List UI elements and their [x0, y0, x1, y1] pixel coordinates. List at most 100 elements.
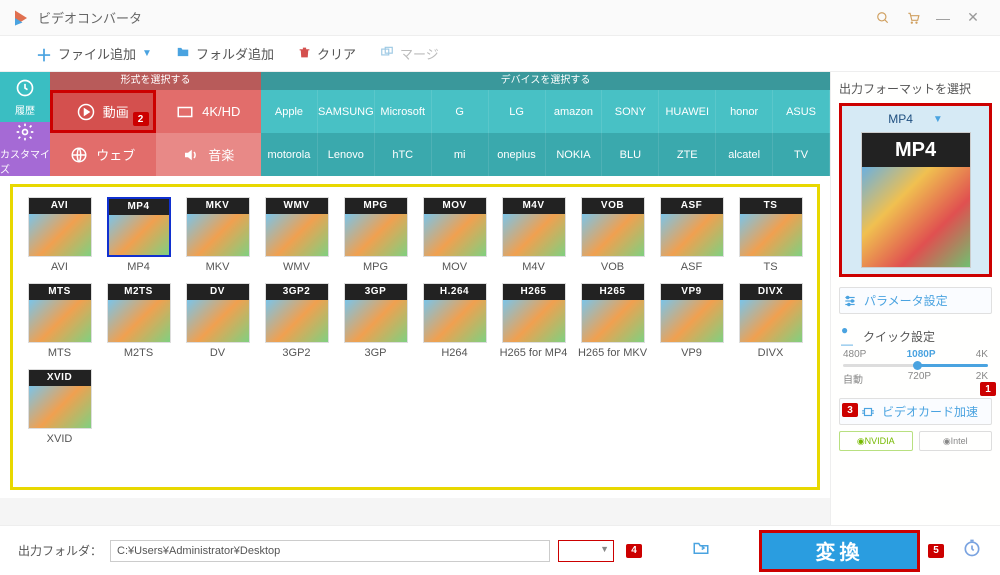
format-item-3gp2[interactable]: 3GP23GP2 — [260, 283, 333, 359]
format-item-mov[interactable]: MOVMOV — [418, 197, 491, 273]
format-label: DIVX — [758, 347, 784, 359]
q-1080p: 1080P — [907, 349, 936, 360]
audio-label: 音楽 — [208, 145, 234, 164]
format-item-wmv[interactable]: WMVWMV — [260, 197, 333, 273]
format-item-divx[interactable]: DIVXDIVX — [734, 283, 807, 359]
format-item-mts[interactable]: MTSMTS — [23, 283, 96, 359]
brand-samsung[interactable]: SAMSUNG — [318, 90, 375, 133]
thumbnail-body — [862, 167, 970, 267]
brand-tv[interactable]: TV — [773, 133, 830, 176]
app-title: ビデオコンバータ — [38, 8, 868, 27]
format-thumb: H265 — [502, 283, 566, 343]
format-badge: H.264 — [424, 284, 486, 300]
merge-button[interactable]: マージ — [380, 44, 439, 63]
brand-htc[interactable]: hTC — [375, 133, 432, 176]
format-item-mpg[interactable]: MPGMPG — [339, 197, 412, 273]
output-path-input[interactable]: C:¥Users¥Administrator¥Desktop — [110, 540, 550, 562]
toolbar: ＋ ファイル追加 ▼ フォルダ追加 クリア マージ — [0, 36, 1000, 72]
convert-button[interactable]: 変換 — [759, 530, 920, 572]
format-label: MOV — [442, 261, 467, 273]
param-settings-button[interactable]: パラメータ設定 — [839, 287, 992, 314]
format-item-vp9[interactable]: VP9VP9 — [655, 283, 728, 359]
format-body — [582, 300, 644, 342]
customize-tab[interactable]: カスタマイズ — [0, 122, 50, 176]
format-badge: H265 — [582, 284, 644, 300]
output-format-preview[interactable]: MP4 ▼ MP4 — [839, 103, 992, 277]
brand-huawei[interactable]: HUAWEI — [659, 90, 716, 133]
format-body — [266, 214, 328, 256]
format-item-m4v[interactable]: M4VM4V — [497, 197, 570, 273]
brand-sony[interactable]: SONY — [602, 90, 659, 133]
brand-lg[interactable]: LG — [489, 90, 546, 133]
brand-blu[interactable]: BLU — [602, 133, 659, 176]
format-label: M4V — [522, 261, 545, 273]
format-body — [187, 300, 249, 342]
brand-alcatel[interactable]: alcatel — [716, 133, 773, 176]
brand-zte[interactable]: ZTE — [659, 133, 716, 176]
video-category[interactable]: 動画 2 — [50, 90, 156, 133]
chevron-down-icon: ▼ — [933, 114, 943, 125]
left-sidebar: 履歴 カスタマイズ — [0, 72, 50, 176]
brand-g[interactable]: G — [432, 90, 489, 133]
format-item-h264[interactable]: H.264 H264 — [418, 283, 491, 359]
clock-icon[interactable] — [962, 538, 982, 563]
format-item-xvid[interactable]: XVIDXVID — [23, 369, 96, 445]
format-item-avi[interactable]: AVIAVI — [23, 197, 96, 273]
device-header: デバイスを選択する — [261, 72, 830, 90]
category-column: 動画 2 4K/HD ウェブ — [50, 90, 261, 176]
q-auto: 自動 — [843, 371, 863, 386]
brand-asus[interactable]: ASUS — [773, 90, 830, 133]
merge-icon — [380, 45, 394, 62]
web-category[interactable]: ウェブ — [50, 133, 156, 176]
brand-amazon[interactable]: amazon — [546, 90, 603, 133]
format-item-vob[interactable]: VOBVOB — [576, 197, 649, 273]
brand-motorola[interactable]: motorola — [261, 133, 318, 176]
format-item-h265-for-mkv[interactable]: H265H265 for MKV — [576, 283, 649, 359]
format-body — [29, 300, 91, 342]
audio-category[interactable]: 音楽 — [156, 133, 262, 176]
brand-nokia[interactable]: NOKIA — [546, 133, 603, 176]
output-format-select[interactable]: MP4 ▼ — [848, 112, 983, 126]
format-item-ts[interactable]: TSTS — [734, 197, 807, 273]
format-thumb: XVID — [28, 369, 92, 429]
path-dropdown[interactable] — [558, 540, 614, 562]
brand-lenovo[interactable]: Lenovo — [318, 133, 375, 176]
brand-honor[interactable]: honor — [716, 90, 773, 133]
brand-oneplus[interactable]: oneplus — [489, 133, 546, 176]
gpu-accel-button[interactable]: 3 ビデオカード加速 — [839, 398, 992, 425]
search-icon[interactable] — [868, 3, 898, 33]
format-label: VOB — [601, 261, 624, 273]
clear-button[interactable]: クリア — [298, 44, 356, 63]
convert-label: 変換 — [762, 533, 917, 569]
format-item-h265-for-mp4[interactable]: H265H265 for MP4 — [497, 283, 570, 359]
intel-badge[interactable]: ◉ Intel — [919, 431, 993, 451]
quality-row-bot: 自動 720P 2K — [839, 371, 992, 386]
format-item-mp4[interactable]: MP4MP4 — [102, 197, 175, 273]
open-folder-icon[interactable] — [691, 539, 711, 562]
folder-icon — [176, 45, 190, 62]
format-body — [266, 300, 328, 342]
format-body — [503, 214, 565, 256]
quality-slider[interactable] — [843, 364, 988, 367]
format-item-mkv[interactable]: MKVMKV — [181, 197, 254, 273]
format-item-asf[interactable]: ASFASF — [655, 197, 728, 273]
format-thumb: H265 — [581, 283, 645, 343]
brand-microsoft[interactable]: Microsoft — [375, 90, 432, 133]
add-file-button[interactable]: ＋ ファイル追加 ▼ — [36, 42, 152, 66]
minimize-button[interactable]: — — [928, 3, 958, 33]
format-label: H264 — [441, 347, 467, 359]
close-button[interactable]: ✕ — [958, 3, 988, 33]
history-tab[interactable]: 履歴 — [0, 72, 50, 122]
brand-apple[interactable]: Apple — [261, 90, 318, 133]
hd-category[interactable]: 4K/HD — [156, 90, 262, 133]
brand-mi[interactable]: mi — [432, 133, 489, 176]
format-item-3gp[interactable]: 3GP3GP — [339, 283, 412, 359]
format-badge: WMV — [266, 198, 328, 214]
cart-icon[interactable] — [898, 3, 928, 33]
nvidia-badge[interactable]: ◉ NVIDIA — [839, 431, 913, 451]
add-folder-button[interactable]: フォルダ追加 — [176, 44, 274, 63]
titlebar: ビデオコンバータ — ✕ — [0, 0, 1000, 36]
quick-label: クイック設定 — [863, 328, 935, 345]
format-item-m2ts[interactable]: M2TSM2TS — [102, 283, 175, 359]
format-item-dv[interactable]: DVDV — [181, 283, 254, 359]
